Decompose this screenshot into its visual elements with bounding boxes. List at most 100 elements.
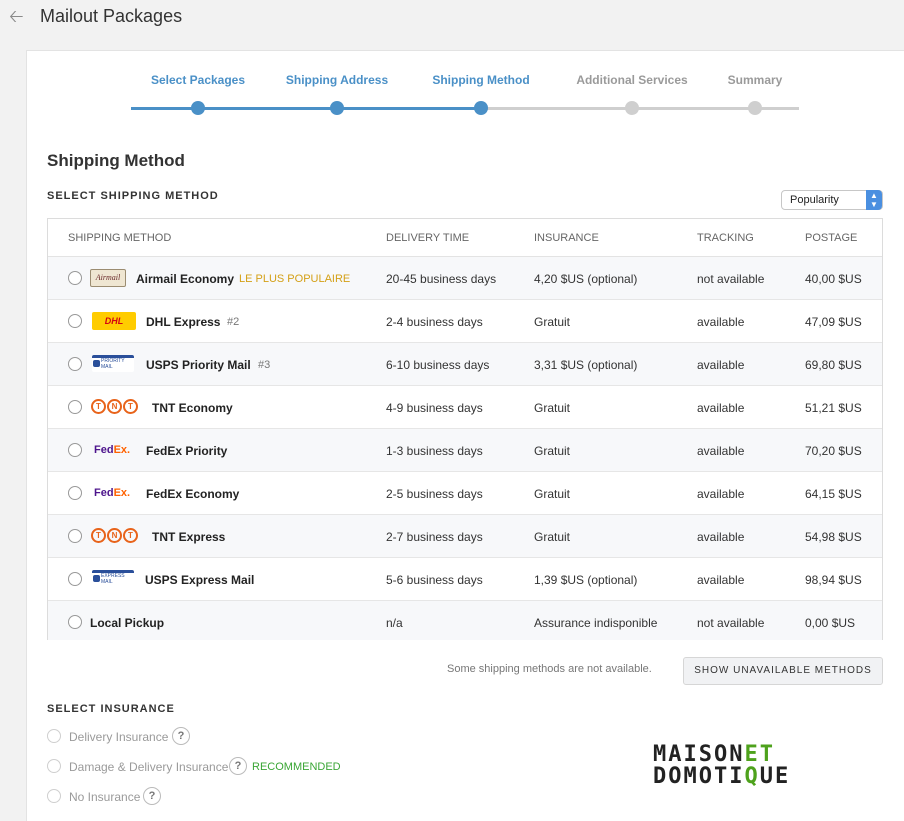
- method-name: Local Pickup: [90, 616, 165, 630]
- delivery-time: 20-45 business days: [386, 272, 497, 286]
- recommended-badge: RECOMMENDED: [252, 761, 341, 773]
- tracking-status: available: [697, 530, 745, 544]
- help-icon[interactable]: ?: [229, 757, 247, 775]
- method-radio[interactable]: [68, 615, 82, 629]
- delivery-time: 4-9 business days: [386, 401, 483, 415]
- insurance-radio-delivery[interactable]: [47, 729, 61, 743]
- table-row[interactable]: FedEx. FedEx Economy 2-5 business days G…: [48, 472, 882, 515]
- postage-price: 40,00 $US: [805, 272, 862, 286]
- tracking-status: available: [697, 487, 745, 501]
- insurance-cost: 1,39 $US (optional): [534, 573, 638, 587]
- column-header-method: SHIPPING METHOD: [68, 232, 172, 244]
- postage-price: 64,15 $US: [805, 487, 862, 501]
- method-radio[interactable]: [68, 486, 82, 500]
- postage-price: 51,21 $US: [805, 401, 862, 415]
- insurance-cost: Gratuit: [534, 487, 571, 501]
- airmail-logo-icon: Airmail: [90, 269, 126, 287]
- dhl-logo-icon: DHL: [92, 312, 136, 330]
- method-name: Airmail Economy: [136, 272, 235, 286]
- method-radio[interactable]: [68, 314, 82, 328]
- method-radio[interactable]: [68, 271, 82, 285]
- insurance-cost: 4,20 $US (optional): [534, 272, 638, 286]
- method-radio[interactable]: [68, 357, 82, 371]
- table-row[interactable]: FedEx. FedEx Priority 1-3 business days …: [48, 429, 882, 472]
- step-summary[interactable]: Summary: [728, 73, 783, 87]
- tracking-status: available: [697, 573, 745, 587]
- table-row[interactable]: Local Pickup n/a Assurance indisponible …: [48, 601, 882, 640]
- watermark-logo: MAISONET DOMOTIQUE: [653, 742, 791, 789]
- fedex-logo-icon: FedEx.: [94, 444, 131, 456]
- table-row[interactable]: PRIORITY MAIL USPS Priority Mail #3 6-10…: [48, 343, 882, 386]
- insurance-cost: 3,31 $US (optional): [534, 358, 638, 372]
- step-dot-shipping-method[interactable]: [474, 101, 488, 115]
- select-shipping-method-heading: SELECT SHIPPING METHOD: [47, 190, 219, 202]
- step-dot-additional-services[interactable]: [625, 101, 639, 115]
- delivery-time: 2-7 business days: [386, 530, 483, 544]
- usps-logo-icon: EXPRESS MAIL: [92, 570, 134, 587]
- delivery-time: 1-3 business days: [386, 444, 483, 458]
- column-header-postage: POSTAGE: [805, 232, 858, 244]
- method-name: USPS Priority Mail: [146, 358, 251, 372]
- postage-price: 54,98 $US: [805, 530, 862, 544]
- column-header-tracking: TRACKING: [697, 232, 754, 244]
- postage-price: 98,94 $US: [805, 573, 862, 587]
- postage-price: 0,00 $US: [805, 616, 856, 630]
- popular-badge: LE PLUS POPULAIRE: [239, 273, 351, 285]
- table-row[interactable]: Airmail Airmail Economy LE PLUS POPULAIR…: [48, 257, 882, 300]
- insurance-cost: Gratuit: [534, 530, 571, 544]
- help-icon[interactable]: ?: [143, 787, 161, 805]
- step-dot-shipping-address[interactable]: [330, 101, 344, 115]
- step-shipping-method[interactable]: Shipping Method: [432, 73, 529, 87]
- method-name: TNT Express: [152, 530, 226, 544]
- method-name: USPS Express Mail: [145, 573, 255, 587]
- tracking-status: not available: [697, 616, 765, 630]
- delivery-time: 2-5 business days: [386, 487, 483, 501]
- insurance-radio-damage-delivery[interactable]: [47, 759, 61, 773]
- tracking-status: available: [697, 444, 745, 458]
- delivery-time: 2-4 business days: [386, 315, 483, 329]
- method-name: DHL Express: [146, 315, 221, 329]
- rank-badge: #2: [227, 316, 240, 328]
- table-row[interactable]: EXPRESS MAIL USPS Express Mail 5-6 busin…: [48, 558, 882, 601]
- sort-select-value: Popularity: [790, 194, 839, 206]
- progress-stepper: Select Packages Shipping Address Shippin…: [27, 51, 904, 131]
- help-icon[interactable]: ?: [172, 727, 190, 745]
- tnt-logo-icon: TNT: [91, 528, 143, 546]
- step-additional-services[interactable]: Additional Services: [576, 73, 687, 87]
- step-dot-summary[interactable]: [748, 101, 762, 115]
- method-radio[interactable]: [68, 572, 82, 586]
- method-radio[interactable]: [68, 443, 82, 457]
- arrow-left-icon[interactable]: 🡠: [9, 6, 29, 26]
- section-title: Shipping Method: [47, 151, 185, 170]
- insurance-cost: Assurance indisponible: [534, 616, 658, 630]
- insurance-cost: Gratuit: [534, 444, 571, 458]
- delivery-time: 6-10 business days: [386, 358, 490, 372]
- insurance-label-damage-delivery: Damage & Delivery Insurance: [69, 760, 229, 774]
- step-dot-select-packages[interactable]: [191, 101, 205, 115]
- tnt-logo-icon: TNT: [91, 399, 143, 417]
- insurance-radio-none[interactable]: [47, 789, 61, 803]
- fedex-logo-icon: FedEx.: [94, 487, 131, 499]
- sort-select[interactable]: Popularity ▲ ▼: [781, 190, 883, 210]
- tracking-status: not available: [697, 272, 765, 286]
- table-row[interactable]: DHL DHL Express #2 2-4 business days Gra…: [48, 300, 882, 343]
- table-row[interactable]: TNT TNT Economy 4-9 business days Gratui…: [48, 386, 882, 429]
- delivery-time: 5-6 business days: [386, 573, 483, 587]
- select-arrows-icon: ▲ ▼: [866, 190, 882, 210]
- postage-price: 69,80 $US: [805, 358, 862, 372]
- show-unavailable-methods-button[interactable]: SHOW UNAVAILABLE METHODS: [683, 657, 883, 685]
- main-card: Select Packages Shipping Address Shippin…: [26, 50, 904, 821]
- method-radio[interactable]: [68, 529, 82, 543]
- postage-price: 47,09 $US: [805, 315, 862, 329]
- method-name: FedEx Economy: [146, 487, 240, 501]
- step-shipping-address[interactable]: Shipping Address: [286, 73, 388, 87]
- stepper-line-complete: [131, 107, 481, 110]
- method-name: FedEx Priority: [146, 444, 228, 458]
- rank-badge: #3: [258, 359, 271, 371]
- insurance-cost: Gratuit: [534, 315, 571, 329]
- tracking-status: available: [697, 401, 745, 415]
- unavailable-methods-note: Some shipping methods are not available.: [447, 663, 652, 675]
- table-row[interactable]: TNT TNT Express 2-7 business days Gratui…: [48, 515, 882, 558]
- method-radio[interactable]: [68, 400, 82, 414]
- step-select-packages[interactable]: Select Packages: [151, 73, 245, 87]
